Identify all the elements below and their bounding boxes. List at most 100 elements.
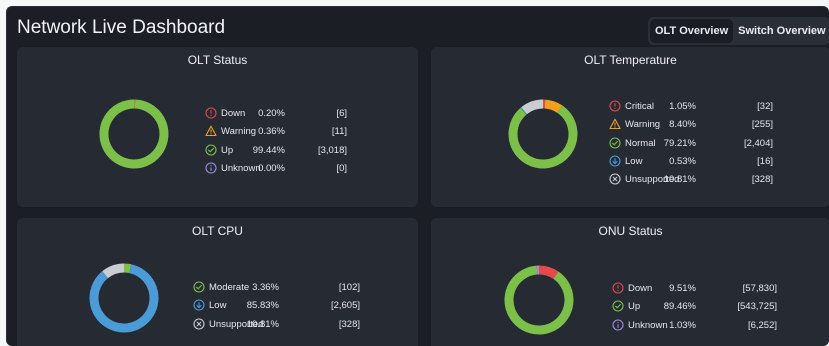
legend-row-normal[interactable]: Normal 79.21% [2,404] [609,136,773,154]
olt-status-panel: OLT Status Down 0.20% [6] Warning 0.36% [11] U… [17,47,418,207]
donut-segment-warning[interactable] [544,99,563,114]
legend-row-low[interactable]: Low 0.53% [16] [609,154,773,172]
warning-triangle-icon [609,118,621,130]
legend-count: [3,018] [317,144,347,156]
tab-olt-overview[interactable]: OLT Overview [650,19,734,43]
info-circle-icon [205,162,217,174]
info-circle-icon [612,319,624,331]
donut-chart [504,265,574,335]
legend-row-low[interactable]: Low 85.83% [2,605] [193,298,360,316]
legend-percent: 0.53% [669,155,696,167]
legend-count: [328] [751,174,773,186]
legend-count: [6] [336,108,347,119]
donut-chart [99,99,169,169]
check-circle-icon [205,144,217,156]
donut-chart [89,263,159,333]
legend-percent: 85.83% [246,300,279,312]
legend-count: [0] [336,162,347,174]
warning-triangle-icon [205,125,217,137]
legend-percent: 89.46% [663,301,696,313]
legend-count: [2,605] [330,300,360,312]
donut-segment-moderate[interactable] [123,263,132,274]
donut-segment-down[interactable] [538,265,559,280]
legend-label: Unknown [628,319,668,331]
error-circle-icon [612,282,624,294]
legend-percent: 0.20% [258,108,285,119]
legend-percent: 1.03% [669,319,696,331]
legend-count: [102] [338,282,360,293]
legend-count: [32] [757,101,773,112]
legend-percent: 9.51% [669,283,696,294]
donut-segment-low[interactable] [520,107,528,115]
dashboard-window: Network Live Dashboard OLT Overview Swit… [6,6,829,346]
error-circle-icon [609,100,621,112]
legend-row-warning[interactable]: Warning 8.40% [255] [609,117,773,135]
legend-count: [6,252] [747,319,777,331]
legend-row-up[interactable]: Up 99.44% [3,018] [205,143,347,161]
legend-row-moderate[interactable]: Moderate 3.36% [102] [193,280,360,298]
olt-cpu-panel: OLT CPU Moderate 3.36% [102] Low 85.83% [2,60… [17,218,418,346]
legend-count: [16] [757,155,773,167]
donut-segment-unsupported[interactable] [102,263,125,279]
legend-row-down[interactable]: Down 9.51% [57,830] [612,281,777,299]
legend: Critical 1.05% [32] Warning 8.40% [255] Normal… [609,99,773,190]
legend-row-warning[interactable]: Warning 0.36% [11] [205,124,347,142]
legend-label: Down [221,108,246,119]
arrow-down-circle-icon [193,299,205,311]
check-circle-icon [193,281,205,293]
legend-percent: 10.81% [246,318,279,330]
legend-label: Up [221,144,234,156]
x-circle-icon [609,173,621,185]
legend-row-critical[interactable]: Critical 1.05% [32] [609,99,773,117]
panel-title: ONU Status [598,224,663,238]
legend-percent: 8.40% [669,119,696,131]
legend-label: Warning [221,126,257,138]
tab-switch-overview[interactable]: Switch Overview [733,19,829,43]
legend-label: Critical [625,101,655,112]
check-circle-icon [612,300,624,312]
panel-title: OLT Temperature [584,53,677,67]
legend-percent: 0.36% [258,126,285,138]
legend-count: [11] [331,126,347,138]
page-title: Network Live Dashboard [17,17,226,38]
legend-count: [255] [751,119,773,131]
legend-row-unsupported[interactable]: Unsupported 10.81% [328] [609,172,773,190]
legend-label: Moderate [209,282,250,293]
legend-row-down[interactable]: Down 0.20% [6] [205,106,347,124]
legend-label: Low [209,300,227,312]
legend-row-unknown[interactable]: Unknown 0.00% [0] [205,161,347,179]
panel-title: OLT CPU [192,224,243,238]
legend-row-unknown[interactable]: Unknown 1.03% [6,252] [612,318,777,336]
legend-percent: 1.05% [669,101,696,112]
legend: Down 9.51% [57,830] Up 89.46% [543,725] Unknow… [612,281,777,336]
legend-row-up[interactable]: Up 89.46% [543,725] [612,299,777,317]
donut-segment-up[interactable] [504,265,574,335]
legend-label: Up [628,301,641,313]
legend-count: [57,830] [742,283,777,294]
legend: Moderate 3.36% [102] Low 85.83% [2,605] Unsupp… [193,280,360,335]
legend-label: Normal [625,137,656,149]
legend-count: [328] [338,318,360,330]
legend-label: Low [625,155,643,167]
check-circle-icon [609,137,621,149]
donut-segment-normal[interactable] [508,105,578,169]
x-circle-icon [193,318,205,330]
legend-count: [543,725] [737,301,777,313]
legend-percent: 99.44% [252,144,285,156]
donut-chart [508,99,578,169]
legend: Down 0.20% [6] Warning 0.36% [11] Up 99.44% [3,0… [205,106,347,179]
legend-percent: 0.00% [258,162,285,174]
donut-segment-unsupported[interactable] [521,99,544,115]
onu-status-panel: ONU Status Down 9.51% [57,830] Up 89.46% [543… [431,218,829,346]
olt-temperature-panel: OLT Temperature Critical 1.05% [32] Warning… [431,47,829,207]
legend-row-unsupported[interactable]: Unsupported 10.81% [328] [193,317,360,335]
donut-segment-low[interactable] [89,264,159,333]
error-circle-icon [205,107,217,119]
legend-count: [2,404] [743,137,773,149]
legend-label: Unknown [221,162,261,174]
panel-title: OLT Status [187,53,248,67]
donut-segment-up[interactable] [99,99,169,169]
legend-percent: 10.81% [663,174,696,186]
view-tabs: OLT Overview Switch Overview [648,17,829,45]
legend-percent: 79.21% [663,137,696,149]
